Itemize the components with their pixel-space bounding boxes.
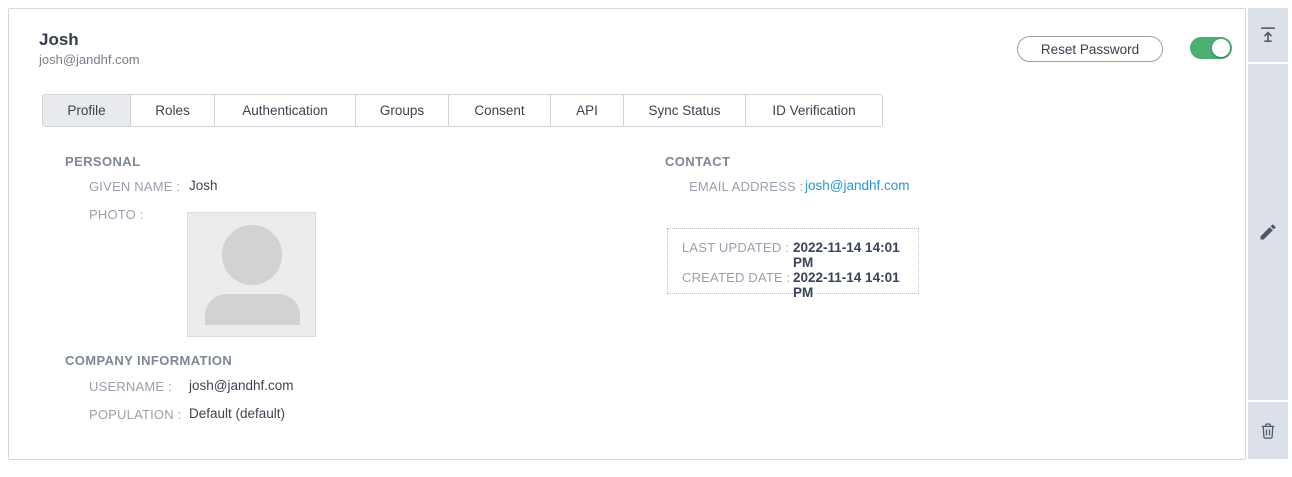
tab-sync-status[interactable]: Sync Status <box>623 95 745 126</box>
delete-user-button[interactable] <box>1248 402 1288 459</box>
tab-roles[interactable]: Roles <box>130 95 214 126</box>
photo-placeholder[interactable] <box>187 212 316 337</box>
user-enabled-toggle[interactable] <box>1190 37 1232 59</box>
username-label: USERNAME : <box>89 379 172 394</box>
tab-groups[interactable]: Groups <box>355 95 448 126</box>
action-rail <box>1248 8 1288 459</box>
tab-id-verification[interactable]: ID Verification <box>745 95 882 126</box>
section-heading-personal: PERSONAL <box>65 154 141 169</box>
toggle-knob <box>1212 39 1230 57</box>
user-email-subtitle: josh@jandhf.com <box>39 52 140 67</box>
population-value: Default (default) <box>189 406 286 421</box>
collapse-top-icon <box>1261 27 1275 43</box>
edit-icon <box>1260 224 1276 240</box>
collapse-panel-button[interactable] <box>1248 8 1288 62</box>
tab-api[interactable]: API <box>550 95 623 126</box>
email-address-label: EMAIL ADDRESS : <box>689 179 804 194</box>
edit-user-button[interactable] <box>1248 64 1288 400</box>
person-silhouette-icon <box>205 225 300 325</box>
user-tabs: Profile Roles Authentication Groups Cons… <box>42 94 883 127</box>
email-address-link[interactable]: josh@jandhf.com <box>805 178 910 193</box>
username-value: josh@jandhf.com <box>189 378 294 393</box>
section-heading-company-information: COMPANY INFORMATION <box>65 353 233 368</box>
given-name-value: Josh <box>189 178 218 193</box>
photo-label: PHOTO : <box>89 207 144 222</box>
tab-consent[interactable]: Consent <box>448 95 550 126</box>
created-date-label: CREATED DATE : <box>682 270 791 285</box>
tab-profile[interactable]: Profile <box>43 95 130 126</box>
population-label: POPULATION : <box>89 407 182 422</box>
delete-icon <box>1261 422 1275 439</box>
reset-password-button[interactable]: Reset Password <box>1017 36 1163 62</box>
page-title: Josh <box>39 30 79 49</box>
last-updated-value: 2022-11-14 14:01 PM <box>793 240 900 270</box>
last-updated-label: LAST UPDATED : <box>682 240 790 255</box>
section-heading-contact: CONTACT <box>665 154 731 169</box>
given-name-label: GIVEN NAME : <box>89 179 181 194</box>
user-detail-card: Josh josh@jandhf.com Reset Password Prof… <box>8 8 1246 460</box>
created-date-value: 2022-11-14 14:01 PM <box>793 270 900 300</box>
created-date-row: CREATED DATE : 2022-11-14 14:01 PM <box>682 270 904 300</box>
tab-authentication[interactable]: Authentication <box>214 95 355 126</box>
timestamps-box: LAST UPDATED : 2022-11-14 14:01 PM CREAT… <box>667 228 919 300</box>
last-updated-row: LAST UPDATED : 2022-11-14 14:01 PM <box>682 240 904 270</box>
